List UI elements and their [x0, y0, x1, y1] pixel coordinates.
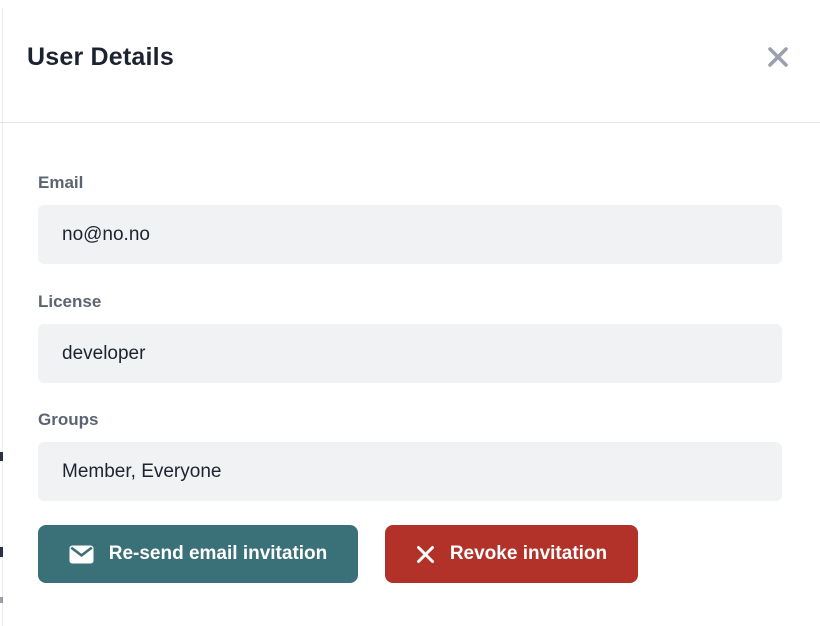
groups-field[interactable] [38, 442, 782, 501]
groups-label: Groups [38, 410, 782, 430]
email-label: Email [38, 173, 782, 193]
modal-body: Email License Groups Re-send email invit… [38, 123, 782, 626]
revoke-invitation-label: Revoke invitation [450, 543, 607, 565]
license-field[interactable] [38, 324, 782, 383]
x-icon [416, 545, 435, 564]
resend-invitation-label: Re-send email invitation [109, 543, 328, 565]
license-field-group: License [38, 292, 782, 383]
user-details-modal: User Details Email License Groups [3, 0, 820, 626]
action-button-row: Re-send email invitation Revoke invitati… [38, 525, 638, 583]
x-close-icon [766, 45, 790, 69]
license-label: License [38, 292, 782, 312]
resend-invitation-button[interactable]: Re-send email invitation [38, 525, 358, 583]
modal-title: User Details [27, 43, 174, 72]
envelope-icon [69, 545, 94, 564]
email-field[interactable] [38, 205, 782, 264]
groups-field-group: Groups [38, 410, 782, 501]
close-button[interactable] [764, 43, 792, 71]
modal-header: User Details [3, 0, 820, 122]
revoke-invitation-button[interactable]: Revoke invitation [385, 525, 638, 583]
email-field-group: Email [38, 173, 782, 264]
